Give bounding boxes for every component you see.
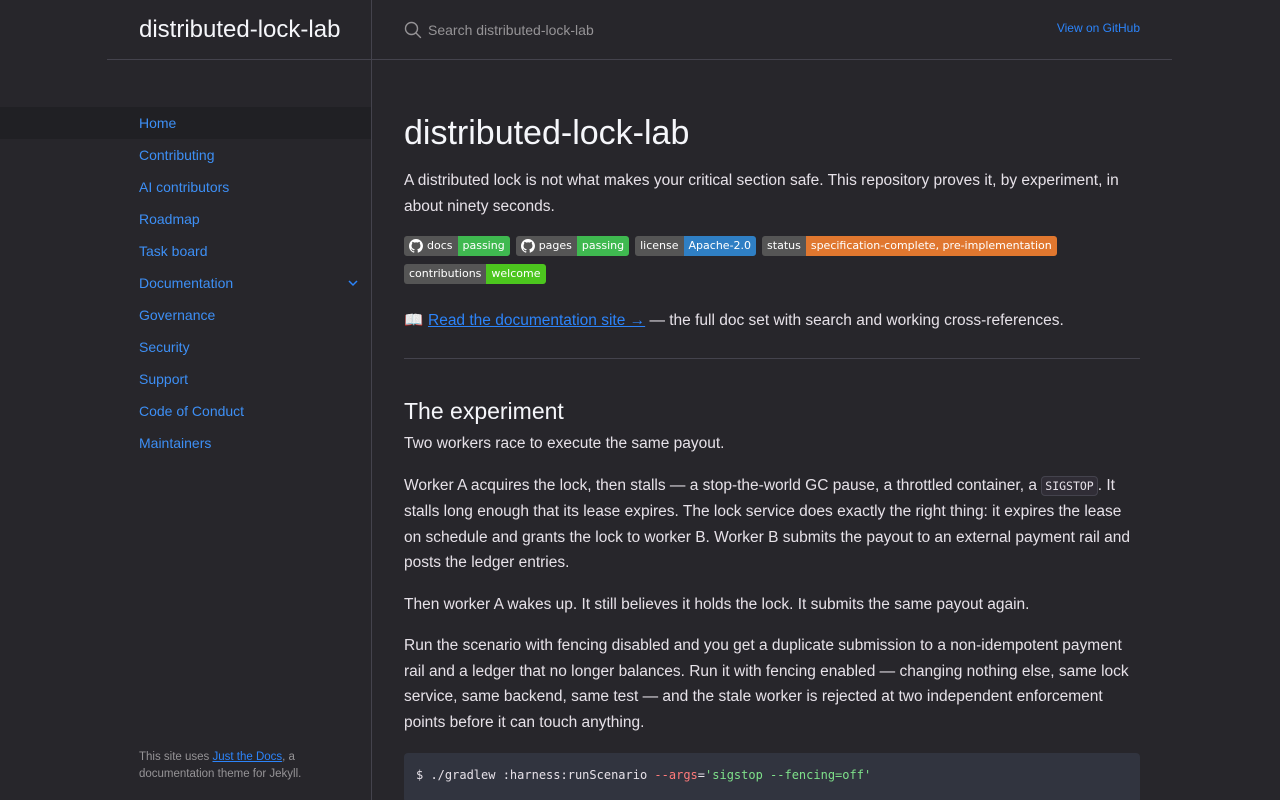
sidebar-item-label: Security [139,339,190,355]
search-icon [404,21,422,39]
doc-site-description: — the full doc set with search and worki… [645,312,1064,329]
badge-value: passing [576,236,630,256]
sidebar-item-label: Roadmap [139,211,200,227]
view-on-github-link[interactable]: View on GitHub [1057,21,1140,35]
search-bar [404,18,904,42]
paragraph-1: Two workers race to execute the same pay… [404,435,725,452]
sidebar-item-label: AI contributors [139,179,230,195]
sidebar-item-label: Task board [139,243,208,259]
code-command: $ ./gradlew :harness:runScenario [416,768,655,782]
book-icon: 📖 [404,312,424,329]
badge-label: pages [538,239,572,252]
paragraph-2-start: Worker A acquires the lock, then stalls … [404,476,1042,494]
code-equals: = [697,768,706,782]
github-icon [409,239,423,253]
page-title: distributed-lock-lab [404,114,690,152]
code-flag: --args [654,768,698,782]
docs-badge[interactable]: docs passing [404,236,510,256]
sidebar-divider [107,59,372,60]
section-divider [404,358,1140,359]
just-the-docs-link[interactable]: Just the Docs [213,751,283,763]
code-string: 'sigstop --fencing=off' [705,768,872,782]
sidebar-nav: Home Contributing AI contributors Roadma… [0,107,371,459]
sidebar: distributed-lock-lab Home Contributing A… [0,0,372,800]
site-title[interactable]: distributed-lock-lab [139,14,340,46]
documentation-site-link[interactable]: Read the documentation site → [428,312,645,329]
github-icon [520,239,535,253]
header: View on GitHub [372,0,1172,60]
doc-site-line: 📖 Read the documentation site → — the ful… [404,308,1140,334]
code-block[interactable]: $ ./gradlew :harness:runScenario --args=… [404,753,1140,800]
sidebar-item-maintainers[interactable]: Maintainers [0,427,371,459]
paragraph-2: Worker A acquires the lock, then stalls … [404,473,1140,576]
badge-label: status [767,239,801,252]
paragraph-4: Run the scenario with fencing disabled a… [404,637,1129,731]
sidebar-item-roadmap[interactable]: Roadmap [0,203,371,235]
sidebar-item-governance[interactable]: Governance [0,299,371,331]
pages-badge[interactable]: pages passing [515,236,630,256]
lead-paragraph: A distributed lock is not what makes you… [404,172,1119,215]
badge-label: contributions [409,267,482,280]
sidebar-item-label: Support [139,371,189,387]
sidebar-item-security[interactable]: Security [0,331,371,363]
status-badge[interactable]: status specification-complete, pre-imple… [762,236,1057,256]
page: distributed-lock-lab Home Contributing A… [0,0,1280,800]
sidebar-item-support[interactable]: Support [0,363,371,395]
badge-value: specification-complete, pre-implementati… [805,236,1057,256]
sidebar-item-label: Code of Conduct [139,403,245,419]
sidebar-item-home[interactable]: Home [0,107,371,139]
paragraph-3: Then worker A wakes up. It still believe… [404,595,1030,613]
sidebar-item-task-board[interactable]: Task board [0,235,371,267]
search-input[interactable] [428,22,868,38]
badges: docs passing pages passing license Apach… [404,236,1104,284]
sidebar-item-documentation[interactable]: Documentation [0,267,371,299]
badge-label: license [640,239,679,252]
main-content: distributed-lock-lab A distributed lock … [404,60,1140,800]
badge-value: welcome [486,264,546,284]
badge-value: passing [457,236,510,256]
sidebar-item-code-of-conduct[interactable]: Code of Conduct [0,395,371,427]
sidebar-item-label: Governance [139,307,216,323]
license-badge[interactable]: license Apache-2.0 [635,236,757,256]
sigstop-code: SIGSTOP [1041,475,1098,496]
sidebar-item-label: Documentation [139,275,234,291]
contributions-badge[interactable]: contributions welcome [404,264,546,284]
footer-note: This site uses Just the Docs, a document… [139,749,339,783]
sidebar-item-ai-contributors[interactable]: AI contributors [0,171,371,203]
sidebar-item-label: Maintainers [139,435,212,451]
chevron-down-icon[interactable] [345,275,361,291]
sidebar-item-label: Contributing [139,147,215,163]
badge-value: Apache-2.0 [683,236,757,256]
footer-prefix: This site uses [139,751,213,763]
badge-label: docs [427,239,453,252]
sidebar-item-contributing[interactable]: Contributing [0,139,371,171]
sidebar-item-label: Home [139,115,177,131]
section-heading: The experiment [404,398,564,424]
